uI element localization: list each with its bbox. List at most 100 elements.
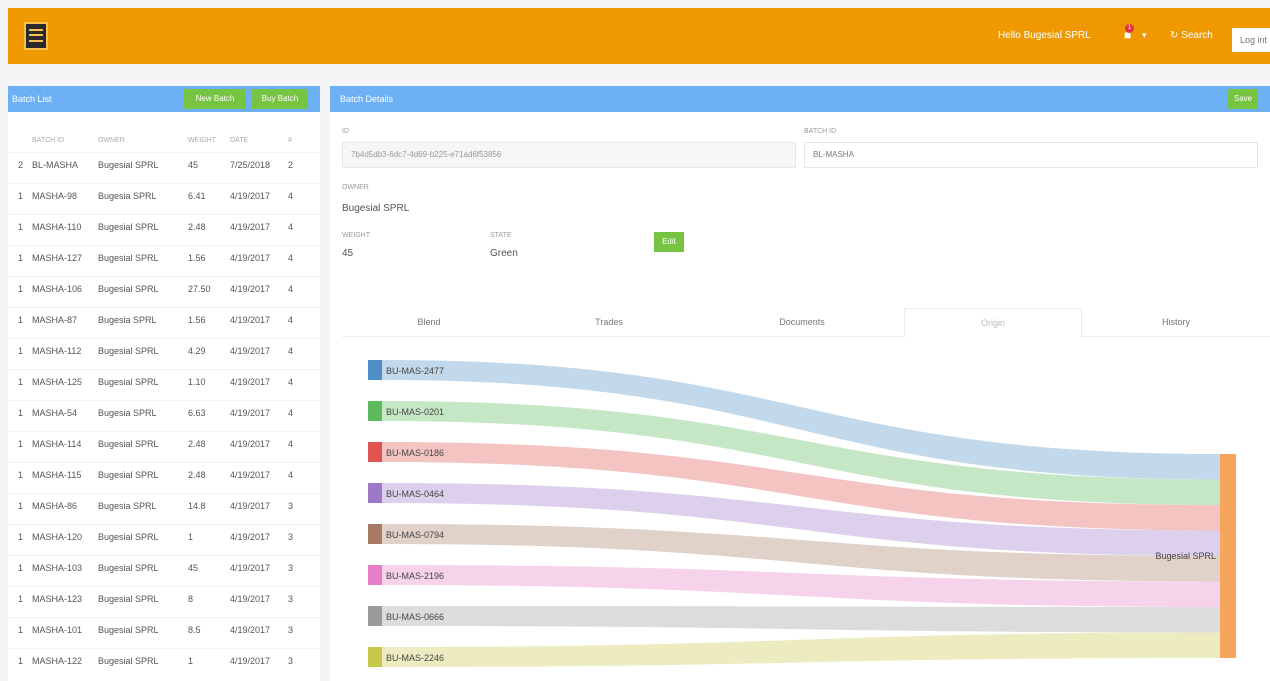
sankey-source-node[interactable] (368, 483, 382, 503)
row-index: 1 (18, 532, 24, 542)
save-button[interactable]: Save (1228, 89, 1258, 109)
user-greeting[interactable]: Hello Bugesial SPRL (998, 30, 1091, 41)
row-count: 4 (288, 439, 294, 449)
row-date: 4/19/2017 (230, 346, 271, 356)
row-count: 2 (288, 160, 294, 170)
detail-tabs: Blend Trades Documents Origin History (342, 308, 1270, 337)
buy-batch-button[interactable]: Buy Batch (252, 89, 308, 109)
sankey-source-node[interactable] (368, 524, 382, 544)
row-index: 1 (18, 625, 24, 635)
table-row[interactable]: 1 MASHA-112 Bugesial SPRL 4.29 4/19/2017 4 (8, 338, 320, 361)
row-weight: 14.8 (188, 501, 206, 511)
sankey-source-label: BU-MAS-0666 (386, 612, 444, 622)
row-count: 4 (288, 377, 294, 387)
login-input[interactable] (1232, 28, 1270, 52)
row-owner: Bugesial SPRL (98, 222, 159, 232)
owner-value: Bugesial SPRL (342, 203, 410, 214)
row-count: 3 (288, 594, 294, 604)
column-header-owner[interactable]: OWNER (98, 137, 166, 144)
sankey-source-node[interactable] (368, 360, 382, 380)
table-row[interactable]: 1 MASHA-87 Bugesia SPRL 1.56 4/19/2017 4 (8, 307, 320, 330)
row-index: 1 (18, 594, 24, 604)
sankey-source-node[interactable] (368, 647, 382, 667)
app-logo[interactable] (24, 22, 48, 50)
row-count: 3 (288, 501, 294, 511)
batch-details-header: Batch Details Save (330, 86, 1270, 112)
row-index: 2 (18, 160, 24, 170)
table-row[interactable]: 2 BL-MASHA Bugesial SPRL 45 7/25/2018 2 (8, 152, 320, 175)
row-owner: Bugesial SPRL (98, 625, 159, 635)
batch-id-label: BATCH ID (804, 128, 837, 135)
row-weight: 4.29 (188, 346, 206, 356)
table-row[interactable]: 1 MASHA-122 Bugesial SPRL 1 4/19/2017 3 (8, 648, 320, 671)
row-index: 1 (18, 377, 24, 387)
row-index: 1 (18, 470, 24, 480)
row-index: 1 (18, 191, 24, 201)
table-row[interactable]: 1 MASHA-110 Bugesial SPRL 2.48 4/19/2017 4 (8, 214, 320, 237)
table-row[interactable]: 1 MASHA-127 Bugesial SPRL 1.56 4/19/2017 4 (8, 245, 320, 268)
table-row[interactable]: 1 MASHA-114 Bugesial SPRL 2.48 4/19/2017 4 (8, 431, 320, 454)
column-header-weight[interactable]: WEIGHT (188, 137, 228, 144)
row-owner: Bugesial SPRL (98, 253, 159, 263)
table-row[interactable]: 1 MASHA-86 Bugesia SPRL 14.8 4/19/2017 3 (8, 493, 320, 516)
row-weight: 8.5 (188, 625, 201, 635)
sankey-source-node[interactable] (368, 401, 382, 421)
column-header-date[interactable]: DATE (230, 137, 285, 144)
row-batch-id: MASHA-122 (32, 656, 83, 666)
row-count: 3 (288, 563, 294, 573)
table-row[interactable]: 1 MASHA-123 Bugesial SPRL 8 4/19/2017 3 (8, 586, 320, 609)
sankey-target-node[interactable] (1220, 454, 1236, 658)
batch-id-field[interactable]: BL-MASHA (804, 142, 1258, 168)
row-batch-id: MASHA-114 (32, 439, 82, 449)
table-row[interactable]: 1 MASHA-120 Bugesial SPRL 1 4/19/2017 3 (8, 524, 320, 547)
row-weight: 1 (188, 532, 194, 542)
row-index: 1 (18, 253, 24, 263)
row-batch-id: MASHA-98 (32, 191, 78, 201)
new-batch-button[interactable]: New Batch (184, 89, 246, 109)
chevron-down-icon[interactable]: ▾ (1142, 30, 1147, 41)
sankey-link (382, 632, 1220, 667)
weight-label: WEIGHT (342, 232, 370, 239)
table-row[interactable]: 1 MASHA-106 Bugesial SPRL 27.50 4/19/2017 4 (8, 276, 320, 299)
tab-documents[interactable]: Documents (702, 308, 902, 336)
row-owner: Bugesial SPRL (98, 284, 159, 294)
sankey-source-node[interactable] (368, 442, 382, 462)
table-row[interactable]: 1 MASHA-103 Bugesial SPRL 45 4/19/2017 3 (8, 555, 320, 578)
row-owner: Bugesia SPRL (98, 408, 157, 418)
sankey-source-label: BU-MAS-2477 (386, 366, 444, 376)
search-link[interactable]: ↻ Search (1170, 30, 1213, 41)
table-row[interactable]: 1 MASHA-101 Bugesial SPRL 8.5 4/19/2017 3 (8, 617, 320, 640)
row-owner: Bugesial SPRL (98, 346, 159, 356)
column-header-batch-id[interactable]: BATCH ID (32, 137, 92, 144)
row-weight: 8 (188, 594, 194, 604)
table-row[interactable]: 1 MASHA-54 Bugesia SPRL 6.63 4/19/2017 4 (8, 400, 320, 423)
table-row[interactable]: 1 MASHA-115 Bugesial SPRL 2.48 4/19/2017 4 (8, 462, 320, 485)
sankey-source-label: BU-MAS-0464 (386, 489, 444, 499)
row-batch-id: MASHA-120 (32, 532, 83, 542)
row-weight: 45 (188, 563, 199, 573)
sankey-source-label: BU-MAS-2246 (386, 653, 444, 663)
sankey-source-node[interactable] (368, 565, 382, 585)
row-index: 1 (18, 222, 24, 232)
row-index: 1 (18, 563, 24, 573)
row-date: 4/19/2017 (230, 532, 271, 542)
row-weight: 1 (188, 656, 194, 666)
row-batch-id: MASHA-127 (32, 253, 83, 263)
table-row[interactable]: 1 MASHA-125 Bugesial SPRL 1.10 4/19/2017 4 (8, 369, 320, 392)
row-weight: 45 (188, 160, 199, 170)
row-date: 4/19/2017 (230, 470, 271, 480)
sankey-source-node[interactable] (368, 606, 382, 626)
tab-blend[interactable]: Blend (342, 308, 516, 336)
edit-button[interactable]: Edit (654, 232, 684, 252)
row-owner: Bugesial SPRL (98, 439, 159, 449)
tab-trades[interactable]: Trades (516, 308, 702, 336)
origin-sankey-chart: BU-MAS-2477 BU-MAS-0201 BU-MAS-0186 BU-MAS-… (368, 360, 1236, 667)
tab-history[interactable]: History (1082, 308, 1270, 336)
refresh-icon: ↻ (1170, 30, 1182, 41)
id-field[interactable]: 7b4d5db3-6dc7-4d69-b225-e71ad6f53856 (342, 142, 796, 168)
tab-origin[interactable]: Origin (904, 308, 1082, 337)
column-header-count[interactable]: # (288, 137, 300, 144)
table-row[interactable]: 1 MASHA-98 Bugesia SPRL 6.41 4/19/2017 4 (8, 183, 320, 206)
row-weight: 27.50 (188, 284, 211, 294)
row-date: 4/19/2017 (230, 315, 271, 325)
